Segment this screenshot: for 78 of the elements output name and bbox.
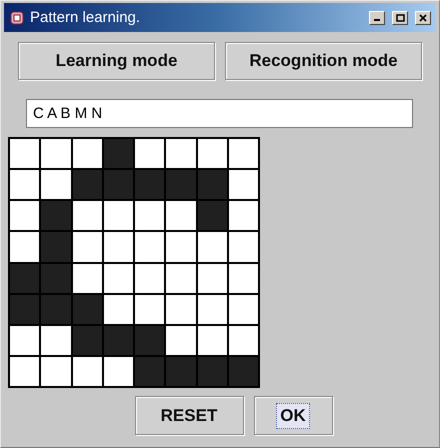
grid-cell[interactable] bbox=[10, 264, 40, 293]
grid-cell[interactable] bbox=[228, 139, 258, 168]
focus-ring: RESET bbox=[160, 404, 218, 426]
grid-cell[interactable] bbox=[41, 294, 70, 324]
grid-cell[interactable] bbox=[135, 139, 164, 168]
ok-button[interactable]: OK bbox=[254, 396, 332, 435]
focus-ring: OK bbox=[276, 402, 310, 428]
grid-cell[interactable] bbox=[41, 264, 70, 293]
grid-cell[interactable] bbox=[104, 356, 133, 386]
grid-cell[interactable] bbox=[228, 356, 258, 386]
grid-cell[interactable] bbox=[104, 170, 133, 200]
grid-cell[interactable] bbox=[41, 170, 70, 200]
grid-cell[interactable] bbox=[228, 326, 258, 355]
minimize-button[interactable] bbox=[369, 10, 385, 24]
grid-cell[interactable] bbox=[104, 232, 133, 262]
grid-cell[interactable] bbox=[104, 264, 133, 293]
grid-cell[interactable] bbox=[104, 201, 133, 230]
grid-cell[interactable] bbox=[166, 139, 196, 168]
grid-cell[interactable] bbox=[135, 356, 164, 386]
close-icon bbox=[419, 14, 427, 22]
close-button[interactable] bbox=[415, 10, 431, 24]
grid-cell[interactable] bbox=[10, 326, 40, 355]
grid-cell[interactable] bbox=[166, 356, 196, 386]
mode-button[interactable]: Recognition mode bbox=[225, 42, 422, 80]
grid-cell[interactable] bbox=[10, 232, 40, 262]
grid-cell[interactable] bbox=[228, 294, 258, 324]
grid-cell[interactable] bbox=[135, 264, 164, 293]
grid-cell[interactable] bbox=[228, 170, 258, 200]
grid-cell[interactable] bbox=[166, 170, 196, 200]
grid-cell[interactable] bbox=[166, 264, 196, 293]
grid-cell[interactable] bbox=[10, 139, 40, 168]
input-field[interactable]: C A B M N bbox=[26, 99, 413, 128]
grid-cell[interactable] bbox=[135, 232, 164, 262]
grid-cell[interactable] bbox=[10, 201, 40, 230]
grid-cell[interactable] bbox=[166, 294, 196, 324]
grid-cell[interactable] bbox=[198, 294, 227, 324]
maximize-button[interactable] bbox=[392, 10, 408, 24]
grid-cell[interactable] bbox=[135, 201, 164, 230]
reset-button[interactable]: RESET bbox=[134, 396, 244, 435]
grid-cell[interactable] bbox=[198, 326, 227, 355]
grid-cell[interactable] bbox=[72, 139, 102, 168]
grid-cell[interactable] bbox=[72, 294, 102, 324]
grid-cell[interactable] bbox=[41, 232, 70, 262]
grid-cell[interactable] bbox=[41, 356, 70, 386]
grid-cell[interactable] bbox=[198, 139, 227, 168]
grid-cell[interactable] bbox=[104, 139, 133, 168]
grid-cell[interactable] bbox=[166, 232, 196, 262]
grid-cell[interactable] bbox=[135, 170, 164, 200]
grid-cell[interactable] bbox=[198, 170, 227, 200]
grid-cell[interactable] bbox=[104, 294, 133, 324]
grid-cell[interactable] bbox=[198, 356, 227, 386]
app-icon bbox=[9, 10, 25, 26]
grid-cell[interactable] bbox=[166, 326, 196, 355]
grid-cell[interactable] bbox=[198, 264, 227, 293]
grid-cell[interactable] bbox=[198, 232, 227, 262]
grid-cell[interactable] bbox=[72, 264, 102, 293]
grid-cell[interactable] bbox=[10, 356, 40, 386]
grid-cell[interactable] bbox=[72, 356, 102, 386]
maximize-icon bbox=[396, 14, 404, 22]
grid-cell[interactable] bbox=[104, 326, 133, 355]
mode-button[interactable]: Learning mode bbox=[18, 42, 215, 80]
grid-cell[interactable] bbox=[41, 201, 70, 230]
grid-cell[interactable] bbox=[228, 201, 258, 230]
grid-cell[interactable] bbox=[41, 139, 70, 168]
grid-cell[interactable] bbox=[72, 232, 102, 262]
grid-cell[interactable] bbox=[135, 326, 164, 355]
grid-cell[interactable] bbox=[10, 170, 40, 200]
grid-cell[interactable] bbox=[41, 326, 70, 355]
window-title: Pattern learning. bbox=[30, 9, 142, 26]
grid-cell[interactable] bbox=[228, 232, 258, 262]
grid-cell[interactable] bbox=[72, 326, 102, 355]
grid-cell[interactable] bbox=[166, 201, 196, 230]
grid-cell[interactable] bbox=[10, 294, 40, 324]
grid-cell[interactable] bbox=[72, 201, 102, 230]
grid-cell[interactable] bbox=[228, 264, 258, 293]
grid-cell[interactable] bbox=[135, 294, 164, 324]
grid-cell[interactable] bbox=[72, 170, 102, 200]
grid-cell[interactable] bbox=[198, 201, 227, 230]
